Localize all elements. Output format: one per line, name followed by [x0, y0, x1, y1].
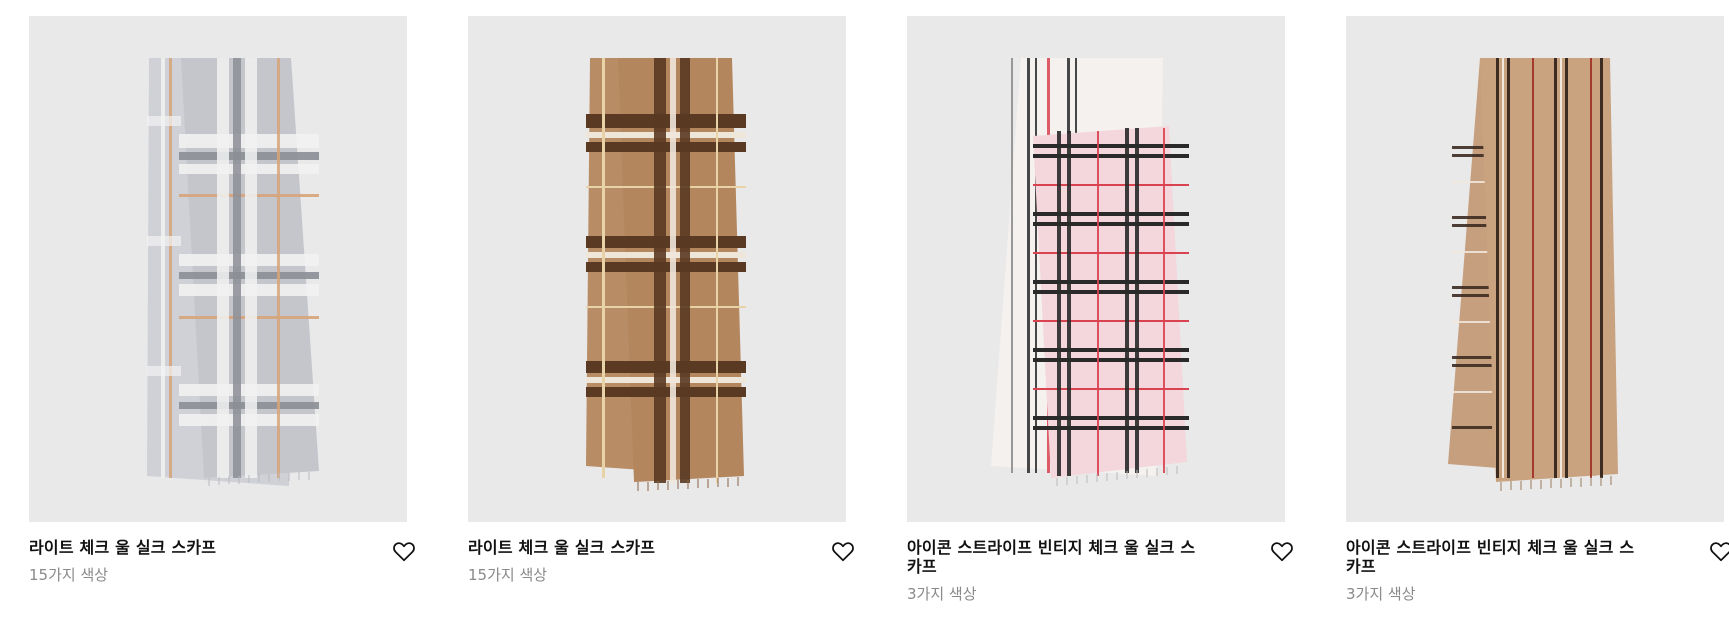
heart-outline-icon[interactable] [830, 538, 856, 564]
product-image[interactable] [907, 16, 1285, 522]
product-title[interactable]: 아이콘 스트라이프 빈티지 체크 울 실크 스카프 [907, 538, 1207, 576]
product-info: 라이트 체크 울 실크 스카프 15가지 색상 [468, 538, 854, 584]
product-image[interactable] [468, 16, 846, 522]
scarf-pink-check-image [991, 58, 1189, 486]
scarf-camel-check-image [586, 58, 746, 491]
product-card[interactable]: 아이콘 스트라이프 빈티지 체크 울 실크 스카프 3가지 색상 [907, 16, 1293, 603]
product-info: 아이콘 스트라이프 빈티지 체크 울 실크 스카프 3가지 색상 [907, 538, 1293, 603]
scarf-beige-stripe-image [1448, 58, 1618, 491]
heart-outline-icon[interactable] [1269, 538, 1295, 564]
product-color-count: 15가지 색상 [468, 566, 548, 584]
heart-outline-icon[interactable] [1708, 538, 1729, 564]
heart-outline-icon[interactable] [391, 538, 417, 564]
product-grid: 라이트 체크 울 실크 스카프 15가지 색상 라이트 체크 울 실크 스카프 … [0, 0, 1729, 617]
product-card[interactable]: 라이트 체크 울 실크 스카프 15가지 색상 [29, 16, 415, 584]
product-info: 아이콘 스트라이프 빈티지 체크 울 실크 스카프 3가지 색상 [1346, 538, 1729, 603]
product-color-count: 15가지 색상 [29, 566, 109, 584]
product-image[interactable] [1346, 16, 1724, 522]
product-card[interactable]: 아이콘 스트라이프 빈티지 체크 울 실크 스카프 3가지 색상 [1346, 16, 1729, 603]
product-color-count: 3가지 색상 [1346, 585, 1416, 603]
product-card[interactable]: 라이트 체크 울 실크 스카프 15가지 색상 [468, 16, 854, 584]
product-title[interactable]: 라이트 체크 울 실크 스카프 [29, 538, 329, 557]
product-image[interactable] [29, 16, 407, 522]
product-title[interactable]: 라이트 체크 울 실크 스카프 [468, 538, 768, 557]
product-title[interactable]: 아이콘 스트라이프 빈티지 체크 울 실크 스카프 [1346, 538, 1646, 576]
product-color-count: 3가지 색상 [907, 585, 977, 603]
product-info: 라이트 체크 울 실크 스카프 15가지 색상 [29, 538, 415, 584]
scarf-grey-check-image [147, 58, 319, 486]
